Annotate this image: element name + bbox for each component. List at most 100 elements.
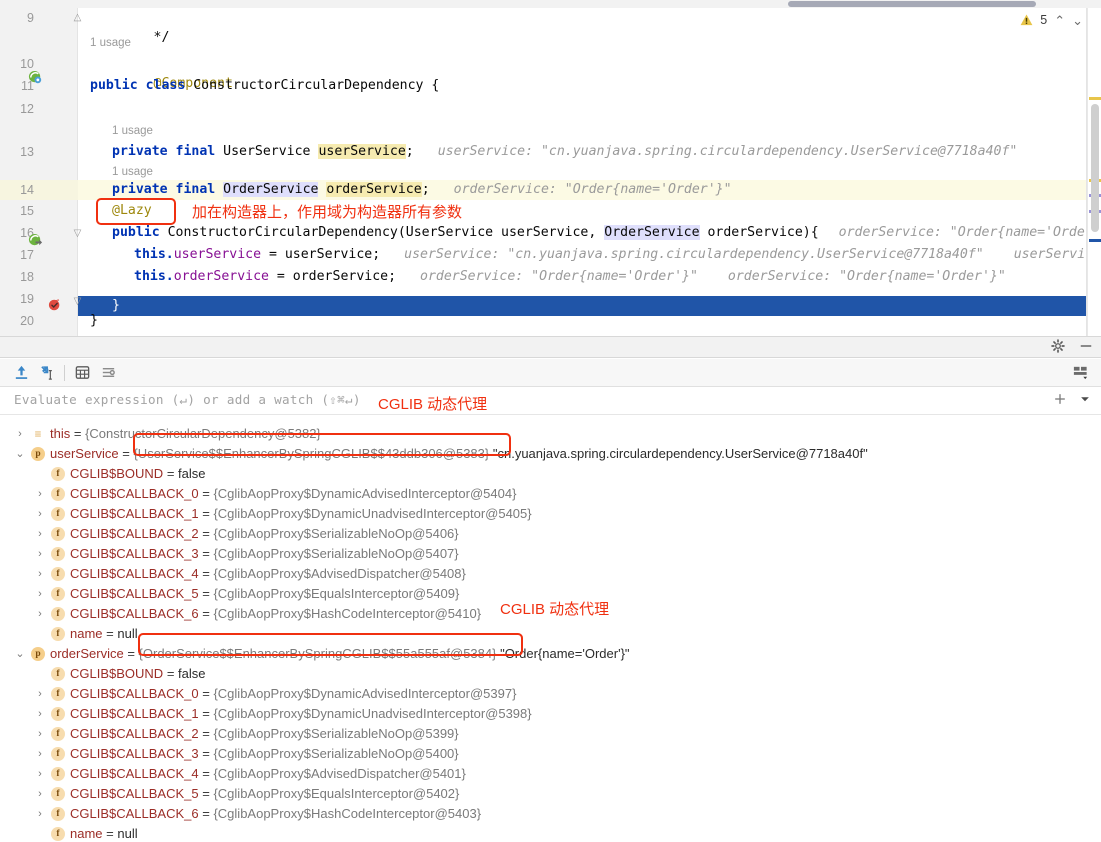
layout-settings-icon[interactable] <box>1067 360 1093 386</box>
variable-row[interactable]: ⌄porderService = {OrderService$$Enhancer… <box>0 644 1101 664</box>
variable-text: CGLIB$BOUND = false <box>70 464 206 484</box>
line-number-18: 18 <box>0 267 34 287</box>
variable-name: CGLIB$BOUND <box>70 466 163 481</box>
inline-hint-17b: userServi <box>984 247 1085 262</box>
equals-sign: = <box>199 746 214 761</box>
variable-row[interactable]: ⌄puserService = {UserService$$EnhancerBy… <box>0 444 1101 464</box>
usage-hint-13[interactable]: 1 usage <box>112 123 153 139</box>
variable-text: CGLIB$CALLBACK_4 = {CglibAopProxy$Advise… <box>70 764 466 784</box>
variable-row[interactable]: ›fCGLIB$CALLBACK_0 = {CglibAopProxy$Dyna… <box>0 684 1101 704</box>
expand-chevron-icon[interactable]: › <box>34 484 46 504</box>
variable-row[interactable]: ›fCGLIB$CALLBACK_1 = {CglibAopProxy$Dyna… <box>0 504 1101 524</box>
variable-row[interactable]: ›fCGLIB$CALLBACK_4 = {CglibAopProxy$Advi… <box>0 564 1101 584</box>
step-out-icon[interactable] <box>8 360 34 386</box>
field-ref-userservice: userService <box>174 247 261 262</box>
expand-chevron-icon[interactable]: › <box>34 504 46 524</box>
add-watch-icon[interactable] <box>1053 392 1067 406</box>
field-icon: f <box>51 627 65 641</box>
variable-name: name <box>70 626 103 641</box>
next-problem-icon[interactable]: ⌄ <box>1072 14 1083 27</box>
evaluate-expression-icon[interactable] <box>69 360 95 386</box>
evaluate-bar-actions <box>1053 392 1091 406</box>
expand-chevron-icon[interactable]: › <box>34 744 46 764</box>
variable-value: {CglibAopProxy$DynamicAdvisedInterceptor… <box>213 486 516 501</box>
variable-row[interactable]: ›fCGLIB$CALLBACK_3 = {CglibAopProxy$Seri… <box>0 544 1101 564</box>
debugger-toolbar[interactable] <box>0 359 1101 387</box>
marker-warning[interactable] <box>1089 97 1101 100</box>
run-to-cursor-icon[interactable] <box>34 360 60 386</box>
equals-sign: = <box>199 586 214 601</box>
variable-value: {CglibAopProxy$SerializableNoOp@5400} <box>213 746 458 761</box>
code-text-area[interactable]: */ 1 usage @Component public class Const… <box>78 8 1101 336</box>
expand-chevron-icon[interactable]: › <box>34 764 46 784</box>
expand-chevron-icon[interactable]: › <box>34 784 46 804</box>
expand-chevron-icon[interactable]: › <box>34 524 46 544</box>
cglib-note-1: CGLIB 动态代理 <box>378 393 487 414</box>
gear-icon[interactable] <box>1051 339 1065 353</box>
evaluate-expression-bar[interactable]: Evaluate expression (↵) or add a watch (… <box>0 387 1101 415</box>
editor-horizontal-scrollbar[interactable] <box>0 0 1101 8</box>
usage-hint-14[interactable]: 1 usage <box>112 164 153 180</box>
variable-row[interactable]: ›fCGLIB$CALLBACK_5 = {CglibAopProxy$Equa… <box>0 784 1101 804</box>
variable-value: null <box>117 826 137 841</box>
variable-row[interactable]: fname = null <box>0 824 1101 842</box>
breakpoint-verified-icon[interactable] <box>48 298 62 312</box>
variable-name: CGLIB$CALLBACK_6 <box>70 806 199 821</box>
expand-chevron-icon[interactable]: › <box>34 804 46 824</box>
equals-sign: = <box>124 646 139 661</box>
code-line-17: this.userService = userService;userServi… <box>134 245 1101 265</box>
scrollbar-thumb[interactable] <box>788 1 1036 7</box>
spring-bean-icon[interactable] <box>28 233 43 248</box>
line-number-20: 20 <box>0 311 34 331</box>
close-brace-20: } <box>90 313 98 328</box>
expand-chevron-icon[interactable]: › <box>34 584 46 604</box>
usage-hint-10[interactable]: 1 usage <box>90 35 131 51</box>
ctor-signature-a: ConstructorCircularDependency(UserServic… <box>160 225 605 240</box>
expand-chevron-icon[interactable]: › <box>34 704 46 724</box>
equals-sign: = <box>199 766 214 781</box>
expand-chevron-icon[interactable]: › <box>34 684 46 704</box>
variable-name: CGLIB$CALLBACK_4 <box>70 566 199 581</box>
variable-value: {CglibAopProxy$DynamicUnadvisedIntercept… <box>213 506 531 521</box>
variable-row[interactable]: ›fCGLIB$CALLBACK_1 = {CglibAopProxy$Dyna… <box>0 704 1101 724</box>
variable-text: CGLIB$CALLBACK_5 = {CglibAopProxy$Equals… <box>70 584 459 604</box>
chevron-down-icon[interactable] <box>1079 393 1091 405</box>
editor-marker-strip[interactable] <box>1087 8 1101 336</box>
variable-row[interactable]: fname = null <box>0 624 1101 644</box>
field-orderservice-14: orderService <box>326 182 421 197</box>
variable-row[interactable]: ›fCGLIB$CALLBACK_6 = {CglibAopProxy$Hash… <box>0 804 1101 824</box>
collapse-chevron-icon[interactable]: ⌄ <box>14 644 26 664</box>
variable-row[interactable]: ›fCGLIB$CALLBACK_2 = {CglibAopProxy$Seri… <box>0 724 1101 744</box>
variable-row[interactable]: fCGLIB$BOUND = false <box>0 464 1101 484</box>
variable-row[interactable]: ›fCGLIB$CALLBACK_4 = {CglibAopProxy$Advi… <box>0 764 1101 784</box>
variable-row[interactable]: ›fCGLIB$CALLBACK_2 = {CglibAopProxy$Seri… <box>0 524 1101 544</box>
debugger-variables-tree[interactable]: ›≡this = {ConstructorCircularDependency@… <box>0 415 1101 842</box>
kw-this-17: this. <box>134 247 174 262</box>
marker-strip-thumb[interactable] <box>1091 104 1099 232</box>
expand-chevron-icon[interactable]: › <box>34 724 46 744</box>
code-line-11: public class ConstructorCircularDependen… <box>90 76 1101 96</box>
code-line-13: private final UserService userService;us… <box>112 142 1101 162</box>
collapse-chevron-icon[interactable]: ⌄ <box>14 444 26 464</box>
variable-row[interactable]: fCGLIB$BOUND = false <box>0 664 1101 684</box>
evaluate-input-placeholder[interactable]: Evaluate expression (↵) or add a watch (… <box>14 392 361 407</box>
field-icon: f <box>51 787 65 801</box>
spring-bean-icon[interactable] <box>28 70 43 85</box>
variable-row[interactable]: ›≡this = {ConstructorCircularDependency@… <box>0 424 1101 444</box>
expand-chevron-icon[interactable]: › <box>34 544 46 564</box>
expand-chevron-icon[interactable]: › <box>14 424 26 444</box>
code-editor[interactable]: 9 10 11 12 13 14 15 16 17 18 19 20 △ ▽ <box>0 8 1101 336</box>
marker-execution[interactable] <box>1089 239 1101 242</box>
equals-sign: = <box>163 666 178 681</box>
variable-row[interactable]: ›fCGLIB$CALLBACK_0 = {CglibAopProxy$Dyna… <box>0 484 1101 504</box>
settings-sort-icon[interactable] <box>95 360 121 386</box>
line-number-19: 19 <box>0 289 34 309</box>
minimize-icon[interactable] <box>1079 339 1093 353</box>
prev-problem-icon[interactable]: ⌃ <box>1054 14 1065 27</box>
variable-row[interactable]: ›fCGLIB$CALLBACK_3 = {CglibAopProxy$Seri… <box>0 744 1101 764</box>
variable-text: CGLIB$CALLBACK_1 = {CglibAopProxy$Dynami… <box>70 504 532 524</box>
variable-name: CGLIB$CALLBACK_6 <box>70 606 199 621</box>
inspection-widget[interactable]: 5 ⌃ ⌄ <box>1020 9 1083 31</box>
expand-chevron-icon[interactable]: › <box>34 604 46 624</box>
expand-chevron-icon[interactable]: › <box>34 564 46 584</box>
